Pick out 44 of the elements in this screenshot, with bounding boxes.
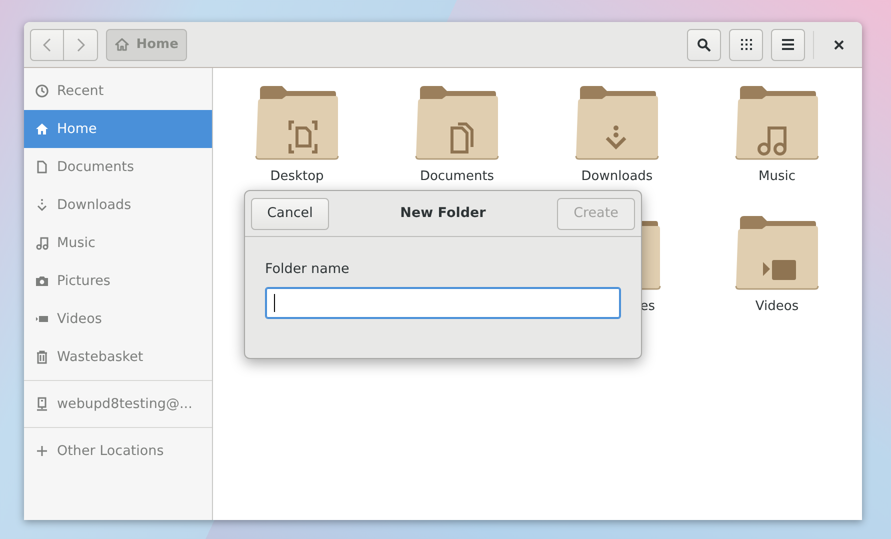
folder-name: Music [758,168,796,186]
sidebar-item[interactable]: webupd8testing@... [24,385,212,423]
grid-icon [740,39,752,50]
music-folder-icon [734,84,820,160]
sidebar-item[interactable]: Recent [24,72,212,110]
plus-icon [35,444,49,458]
folder-name: Videos [755,298,799,316]
document-icon [35,160,49,174]
path-button[interactable]: Home [106,28,188,60]
download-icon [35,198,49,212]
sidebar-item[interactable]: Downloads [24,186,212,224]
search-icon [697,38,711,52]
folder-name-field[interactable] [265,287,621,320]
cancel-button[interactable]: Cancel [251,198,329,230]
camera-icon [35,274,49,288]
home-icon [115,38,129,51]
computer-icon [35,397,49,411]
sidebar-item[interactable]: Pictures [24,262,212,300]
desktop-folder-icon [254,84,340,160]
sidebar-item[interactable]: Home [24,110,212,148]
forward-icon [76,38,84,52]
grid-view-button[interactable] [729,28,763,60]
folder-name: Desktop [270,168,324,186]
folder-name: Downloads [581,168,653,186]
folder-name: Documents [420,168,494,186]
sidebar-item[interactable]: Documents [24,148,212,186]
download-folder-icon [574,84,660,160]
menu-icon [782,39,794,50]
documents-folder-icon [414,84,500,160]
trash-icon [35,350,49,364]
close-icon [834,40,844,50]
sidebar-item[interactable]: Videos [24,300,212,338]
video-folder-icon [734,214,820,290]
back-icon [43,38,51,52]
sidebar-item[interactable]: Music [24,224,212,262]
home-icon [35,122,49,136]
music-icon [35,236,49,250]
field-label: Folder name [265,260,350,279]
sidebar-item[interactable]: Other Locations [24,432,212,470]
sidebar-item[interactable]: Wastebasket [24,338,212,376]
menu-button[interactable] [771,28,805,60]
dialog-title: New Folder [400,204,486,224]
clock-icon [35,84,49,98]
search-button[interactable] [687,28,721,60]
